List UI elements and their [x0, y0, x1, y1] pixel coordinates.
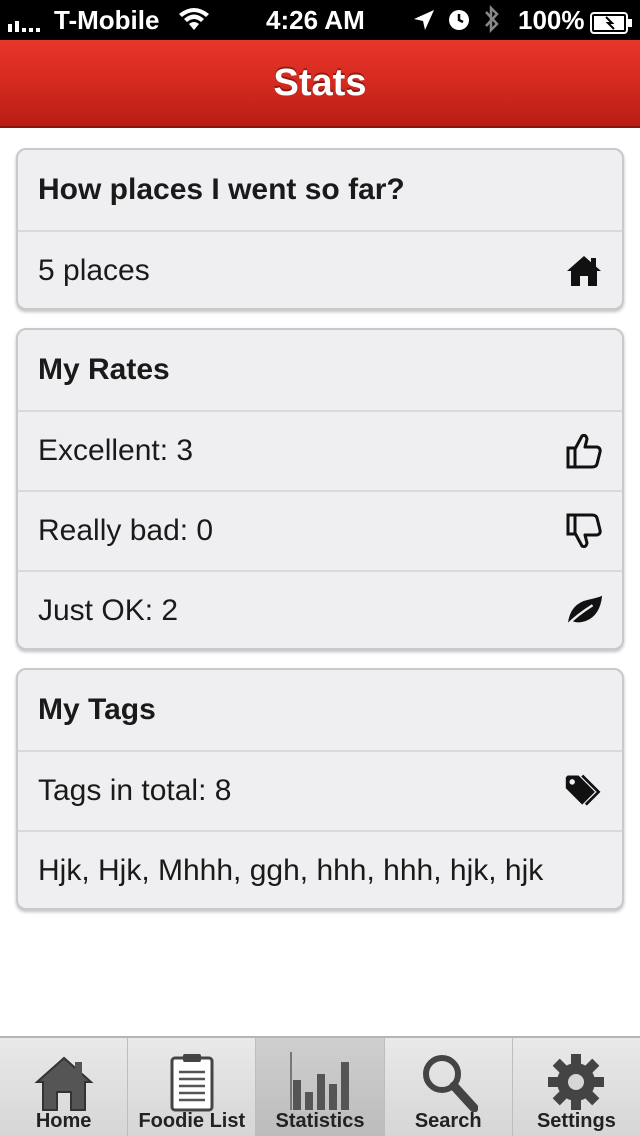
tags-total-row[interactable]: Tags in total: 8	[18, 750, 622, 830]
house-icon	[0, 1046, 127, 1112]
gear-icon	[513, 1046, 640, 1112]
magnifier-icon	[385, 1046, 512, 1112]
home-icon	[564, 251, 604, 291]
tags-group: My Tags Tags in total: 8 Hjk, Hjk, Mhhh,…	[16, 668, 624, 910]
tab-search[interactable]: Search	[383, 1038, 512, 1136]
places-count-row[interactable]: 5 places	[18, 230, 622, 308]
rate-just-ok-row[interactable]: Just OK: 2	[18, 570, 622, 648]
battery-percent: 100%	[518, 5, 585, 35]
rate-just-ok-label: Just OK: 2	[38, 594, 179, 627]
rates-group: My Rates Excellent: 3 Really bad: 0 Just…	[16, 328, 624, 650]
stats-content: How places I went so far? 5 places My Ra…	[0, 128, 640, 1036]
alarm-clock-icon	[447, 8, 471, 38]
clipboard-icon	[128, 1046, 255, 1112]
rate-really-bad-row[interactable]: Really bad: 0	[18, 490, 622, 570]
tab-home[interactable]: Home	[0, 1038, 127, 1136]
bluetooth-icon	[482, 4, 502, 40]
rate-excellent-row[interactable]: Excellent: 3	[18, 410, 622, 490]
rate-really-bad-label: Really bad: 0	[38, 514, 214, 547]
rate-excellent-label: Excellent: 3	[38, 434, 194, 467]
tab-settings[interactable]: Settings	[511, 1038, 640, 1136]
bar-chart-icon	[256, 1046, 383, 1112]
places-count-label: 5 places	[38, 254, 150, 287]
tags-list-label: Hjk, Hjk, Mhhh, ggh, hhh, hhh, hjk, hjk	[38, 854, 544, 887]
places-header: How places I went so far?	[38, 173, 405, 206]
status-time: 4:26 AM	[266, 5, 365, 35]
tags-icon	[564, 771, 604, 811]
leaf-icon	[564, 591, 604, 631]
navigation-bar: Stats	[0, 40, 640, 128]
tags-header: My Tags	[38, 693, 156, 726]
wifi-icon	[178, 6, 210, 38]
page-title: Stats	[273, 62, 367, 104]
rates-header: My Rates	[38, 353, 170, 386]
tab-statistics[interactable]: Statistics	[255, 1038, 384, 1136]
signal-strength-icon	[8, 10, 40, 32]
thumbs-down-icon	[564, 511, 604, 551]
battery-icon	[590, 10, 634, 40]
tags-total-label: Tags in total: 8	[38, 774, 232, 807]
location-arrow-icon	[412, 8, 436, 38]
tab-bar: Home Foodie List Statistics Search Setti…	[0, 1036, 640, 1136]
tags-list-row[interactable]: Hjk, Hjk, Mhhh, ggh, hhh, hhh, hjk, hjk	[18, 830, 622, 908]
tab-foodie-list[interactable]: Foodie List	[127, 1038, 255, 1136]
carrier-name: T-Mobile	[54, 5, 160, 35]
status-bar: T-Mobile 4:26 AM 100%	[0, 0, 640, 40]
places-group: How places I went so far? 5 places	[16, 148, 624, 310]
thumbs-up-icon	[564, 431, 604, 471]
